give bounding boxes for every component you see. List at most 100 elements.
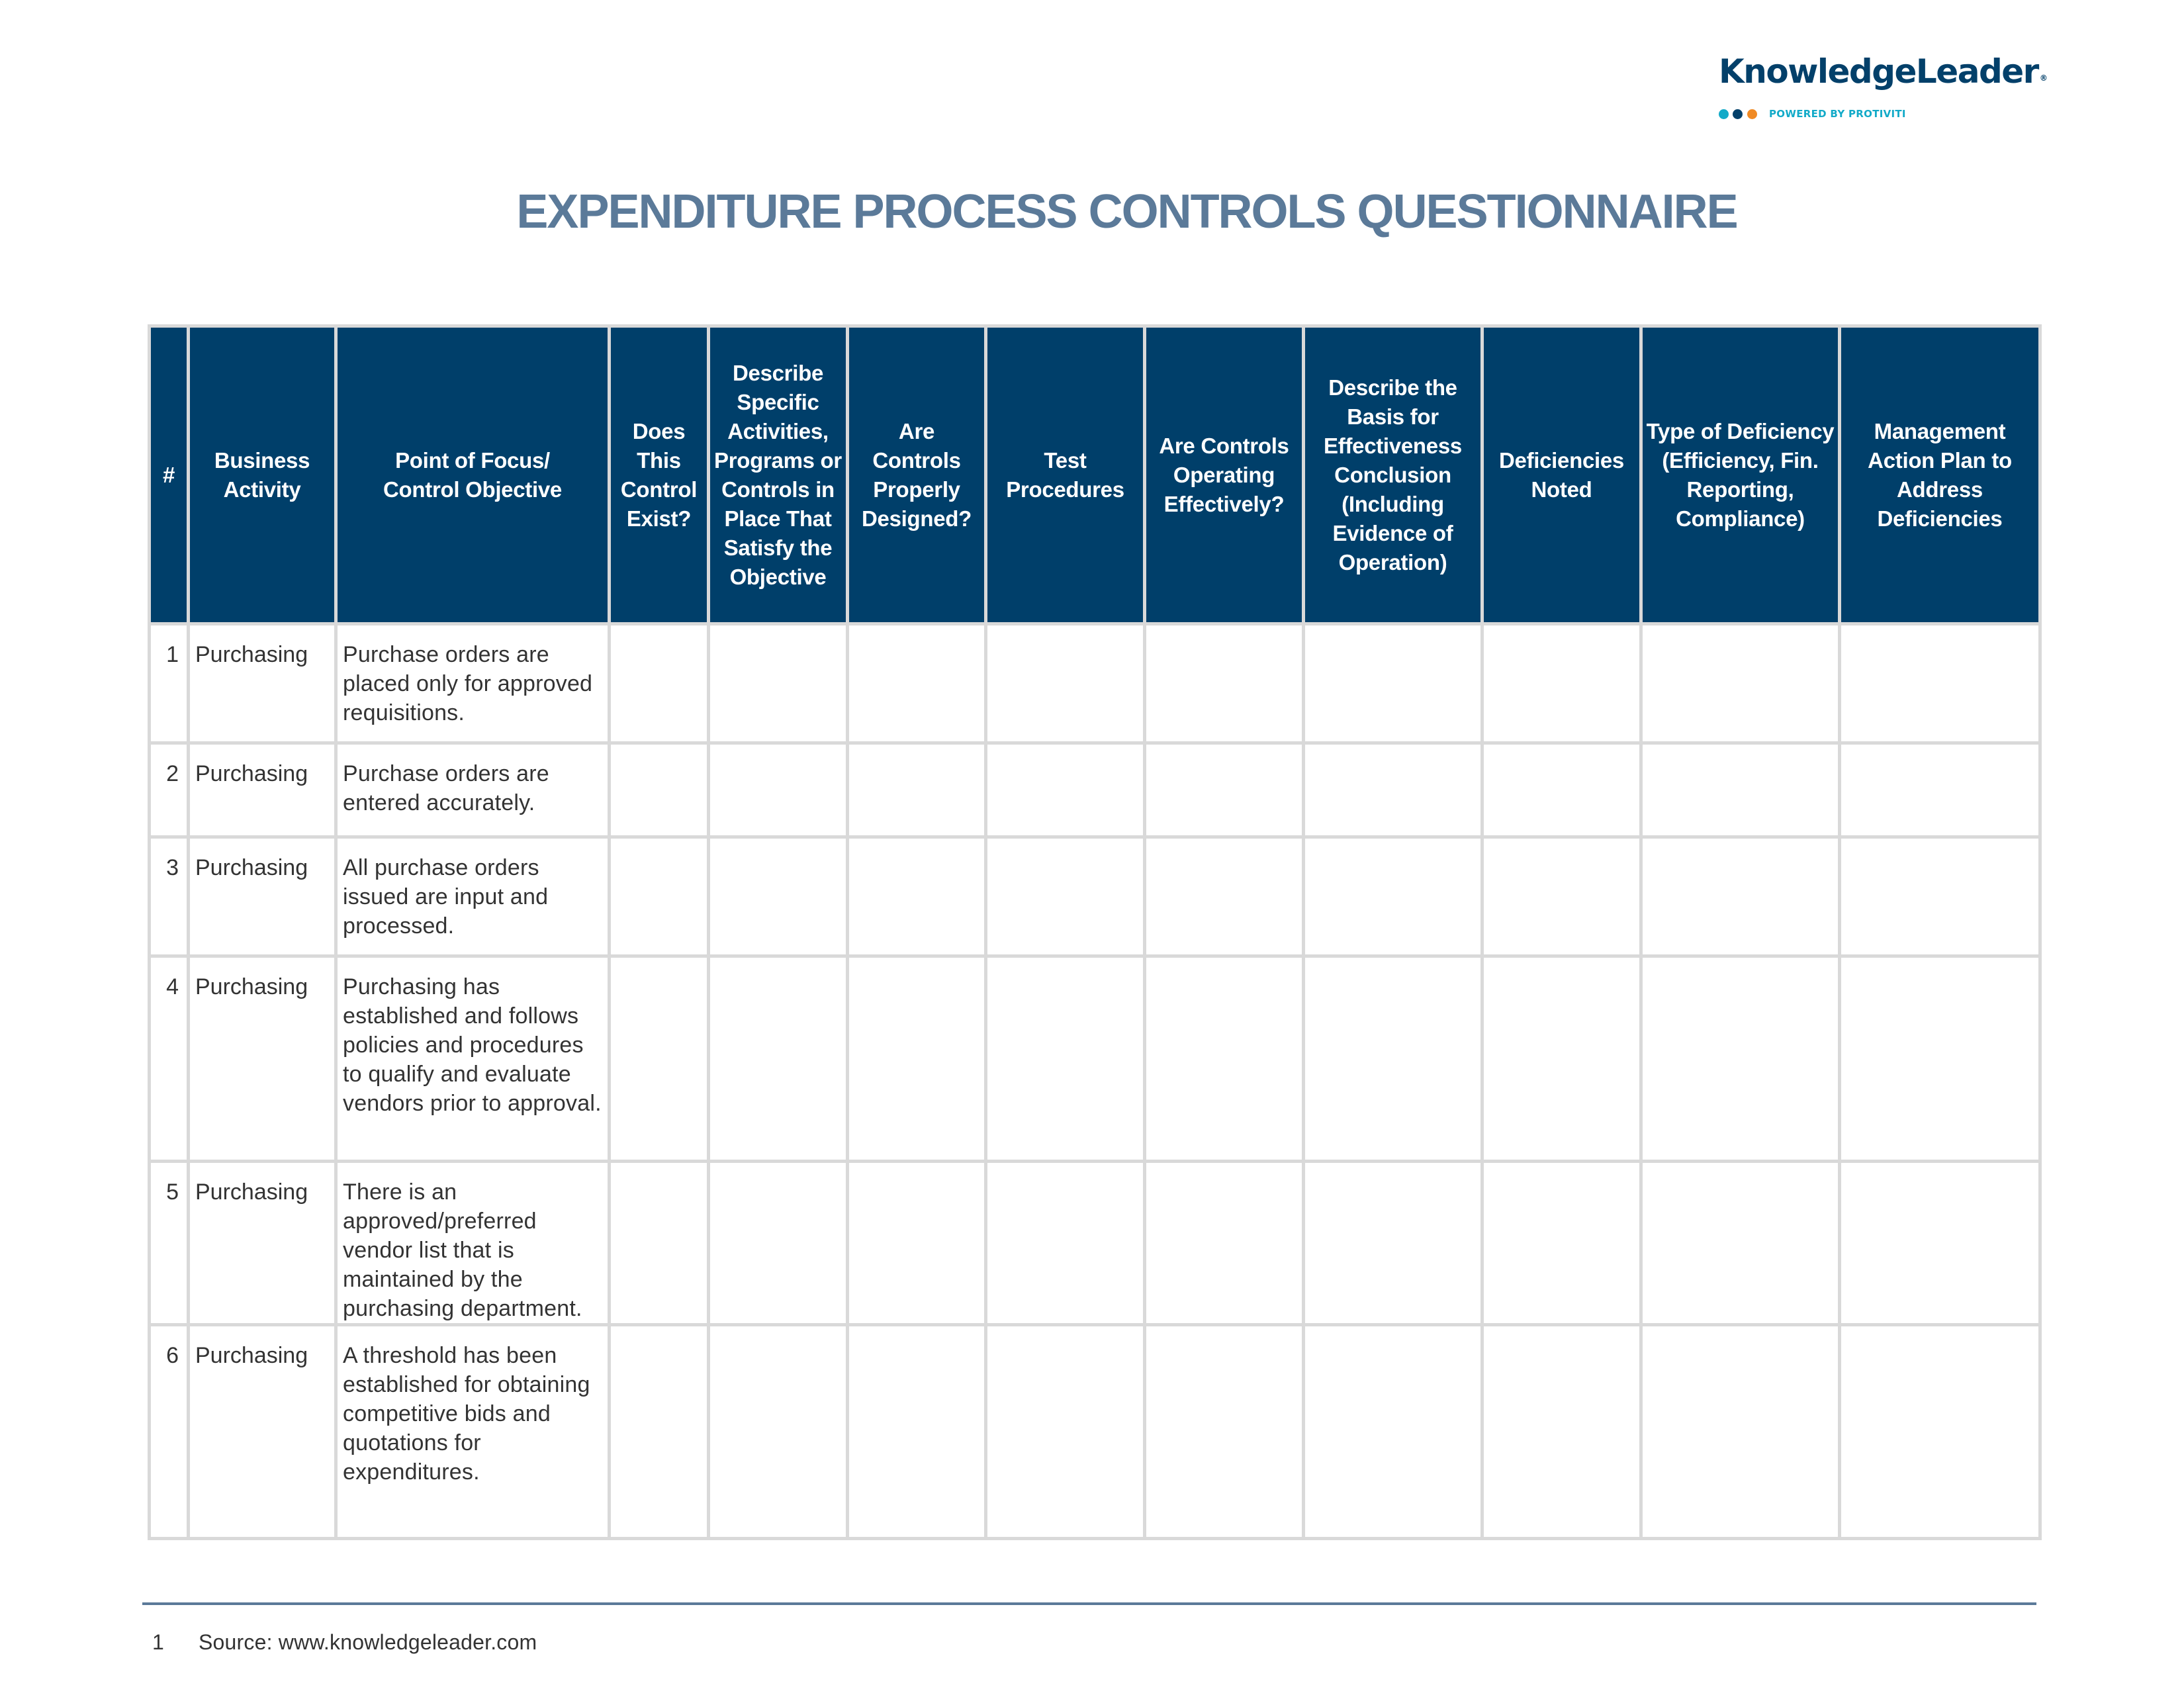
operating-effectively-cell[interactable] [1143,1323,1305,1540]
control-exists-cell[interactable] [608,835,710,958]
operating-effectively-cell[interactable] [1143,741,1305,839]
column-header-control-objective: Point of Focus/ Control Objective [334,324,611,625]
properly-designed-cell[interactable] [846,741,987,839]
effectiveness-basis-cell[interactable] [1302,622,1484,745]
knowledgeleader-logo: KnowledgeLeader ® POWERED BY PROTIVITI [1719,52,2048,120]
describe-activities-cell[interactable] [707,1160,849,1326]
effectiveness-basis-cell[interactable] [1302,1160,1484,1326]
operating-effectively-cell[interactable] [1143,1160,1305,1326]
row-number: 1 [148,622,190,745]
business-activity-cell: Purchasing [187,954,338,1163]
footer-divider [142,1602,2036,1605]
column-header-deficiencies-noted: Deficiencies Noted [1480,324,1643,625]
business-activity-cell: Purchasing [187,1160,338,1326]
row-number: 6 [148,1323,190,1540]
logo-tagline: POWERED BY PROTIVITI [1769,108,1906,120]
test-procedures-cell[interactable] [984,622,1146,745]
table-row: 2 Purchasing Purchase orders are entered… [148,741,2042,839]
effectiveness-basis-cell[interactable] [1302,1323,1484,1540]
describe-activities-cell[interactable] [707,1323,849,1540]
management-action-plan-cell[interactable] [1838,835,2042,958]
control-exists-cell[interactable] [608,1160,710,1326]
column-header-properly-designed: Are Controls Properly Designed? [846,324,987,625]
deficiency-type-cell[interactable] [1639,741,1841,839]
management-action-plan-cell[interactable] [1838,1160,2042,1326]
test-procedures-cell[interactable] [984,954,1146,1163]
column-header-control-exists: Does This Control Exist? [608,324,710,625]
operating-effectively-cell[interactable] [1143,835,1305,958]
column-header-effectiveness-basis: Describe the Basis for Effectiveness Con… [1302,324,1484,625]
control-objective-cell: Purchase orders are entered accurately. [334,741,611,839]
control-exists-cell[interactable] [608,1323,710,1540]
operating-effectively-cell[interactable] [1143,622,1305,745]
registered-mark-icon: ® [2039,73,2048,83]
test-procedures-cell[interactable] [984,741,1146,839]
table-header-row: # Business Activity Point of Focus/ Cont… [148,324,2042,625]
management-action-plan-cell[interactable] [1838,954,2042,1163]
operating-effectively-cell[interactable] [1143,954,1305,1163]
table-row: 4 Purchasing Purchasing has established … [148,954,2042,1163]
row-number: 2 [148,741,190,839]
business-activity-cell: Purchasing [187,835,338,958]
control-exists-cell[interactable] [608,741,710,839]
row-number: 3 [148,835,190,958]
deficiencies-noted-cell[interactable] [1480,835,1643,958]
effectiveness-basis-cell[interactable] [1302,954,1484,1163]
properly-designed-cell[interactable] [846,1160,987,1326]
control-exists-cell[interactable] [608,954,710,1163]
business-activity-cell: Purchasing [187,622,338,745]
deficiency-type-cell[interactable] [1639,835,1841,958]
column-header-test-procedures: Test Procedures [984,324,1146,625]
column-header-operating-effectively: Are Controls Operating Effectively? [1143,324,1305,625]
control-objective-cell: All purchase orders issued are input and… [334,835,611,958]
deficiency-type-cell[interactable] [1639,622,1841,745]
column-header-number: # [148,324,190,625]
page-number: 1 [152,1630,164,1654]
effectiveness-basis-cell[interactable] [1302,835,1484,958]
table-row: 6 Purchasing A threshold has been establ… [148,1323,2042,1540]
deficiencies-noted-cell[interactable] [1480,622,1643,745]
test-procedures-cell[interactable] [984,1323,1146,1540]
teal-dot-icon [1719,109,1729,119]
control-objective-cell: Purchasing has established and follows p… [334,954,611,1163]
control-exists-cell[interactable] [608,622,710,745]
deficiencies-noted-cell[interactable] [1480,954,1643,1163]
logo-tagline-row: POWERED BY PROTIVITI [1719,107,1997,122]
properly-designed-cell[interactable] [846,1323,987,1540]
row-number: 5 [148,1160,190,1326]
properly-designed-cell[interactable] [846,835,987,958]
column-header-describe-activities: Describe Specific Activities, Programs o… [707,324,849,625]
logo-wordmark: KnowledgeLeader ® [1719,52,2048,91]
control-objective-cell: There is an approved/preferred vendor li… [334,1160,611,1326]
deficiency-type-cell[interactable] [1639,1160,1841,1326]
questionnaire-table: # Business Activity Point of Focus/ Cont… [148,324,2042,1540]
describe-activities-cell[interactable] [707,741,849,839]
properly-designed-cell[interactable] [846,622,987,745]
effectiveness-basis-cell[interactable] [1302,741,1484,839]
table-row: 1 Purchasing Purchase orders are placed … [148,622,2042,745]
table-row: 3 Purchasing All purchase orders issued … [148,835,2042,958]
business-activity-cell: Purchasing [187,1323,338,1540]
page-title: EXPENDITURE PROCESS CONTROLS QUESTIONNAI… [516,185,1738,238]
describe-activities-cell[interactable] [707,622,849,745]
properly-designed-cell[interactable] [846,954,987,1163]
deficiency-type-cell[interactable] [1639,954,1841,1163]
business-activity-cell: Purchasing [187,741,338,839]
describe-activities-cell[interactable] [707,954,849,1163]
column-header-deficiency-type: Type of Deficiency (Efficiency, Fin. Rep… [1639,324,1841,625]
orange-dot-icon [1747,109,1757,119]
management-action-plan-cell[interactable] [1838,1323,2042,1540]
management-action-plan-cell[interactable] [1838,741,2042,839]
column-header-business-activity: Business Activity [187,324,338,625]
describe-activities-cell[interactable] [707,835,849,958]
management-action-plan-cell[interactable] [1838,622,2042,745]
deficiencies-noted-cell[interactable] [1480,1160,1643,1326]
test-procedures-cell[interactable] [984,835,1146,958]
deficiencies-noted-cell[interactable] [1480,741,1643,839]
logo-name: KnowledgeLeader [1719,52,2039,91]
navy-dot-icon [1733,109,1743,119]
deficiency-type-cell[interactable] [1639,1323,1841,1540]
test-procedures-cell[interactable] [984,1160,1146,1326]
deficiencies-noted-cell[interactable] [1480,1323,1643,1540]
control-objective-cell: Purchase orders are placed only for appr… [334,622,611,745]
